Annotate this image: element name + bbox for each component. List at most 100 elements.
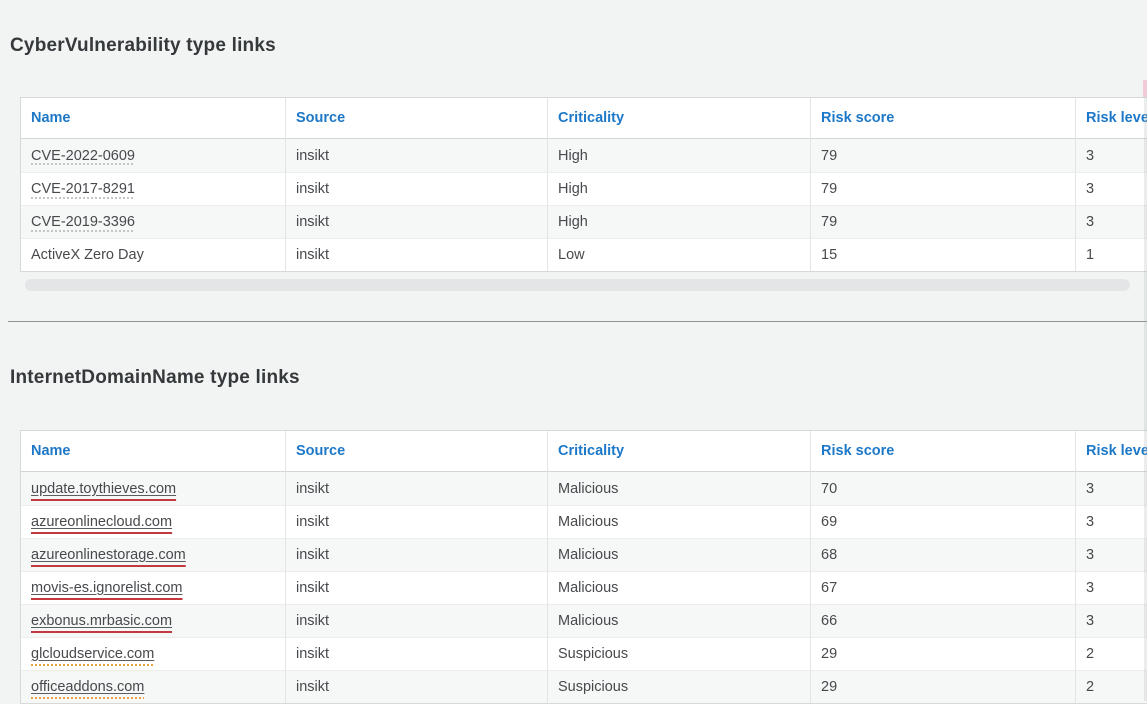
cell-risk-score: 79: [811, 205, 1076, 238]
entity-link-text-inner: movis-es.ignorelist.com: [31, 580, 183, 596]
column-header-risk-score[interactable]: Risk score: [811, 431, 1076, 472]
entity-link-text: glcloudservice.com: [31, 646, 154, 662]
entity-link-text: CVE-2019-3396: [31, 214, 135, 230]
entity-link-text: CVE-2022-0609: [31, 148, 135, 164]
entity-link[interactable]: ActiveX Zero Day: [31, 247, 144, 263]
entity-link-text: update.toythieves.com: [31, 481, 176, 497]
cell-criticality: Malicious: [548, 538, 811, 571]
cell-risk-level: 3: [1076, 472, 1147, 505]
entity-link[interactable]: azureonlinecloud.com: [31, 514, 172, 530]
cell-risk-score: 29: [811, 637, 1076, 670]
cell-source: insikt: [286, 604, 548, 637]
cell-risk-score: 67: [811, 571, 1076, 604]
cell-risk-level: 3: [1076, 505, 1147, 538]
cell-risk-score: 29: [811, 670, 1076, 703]
cell-source: insikt: [286, 238, 548, 271]
entity-link[interactable]: update.toythieves.com: [31, 481, 176, 497]
cell-name: glcloudservice.com: [21, 637, 286, 670]
table-body: CVE-2022-0609insiktHigh793CVE-2017-8291i…: [21, 139, 1147, 271]
column-header-source[interactable]: Source: [286, 431, 548, 472]
cell-criticality: High: [548, 205, 811, 238]
table-row: CVE-2019-3396 insiktHigh793: [21, 205, 1147, 238]
table-row: movis-es.ignorelist.com insiktMalicious67…: [21, 571, 1147, 604]
cell-risk-level: 3: [1076, 571, 1147, 604]
entity-link-text-inner: update.toythieves.com: [31, 481, 176, 497]
entity-link-text-inner: officeaddons.com: [31, 679, 144, 695]
entity-link[interactable]: movis-es.ignorelist.com: [31, 580, 183, 596]
cell-name: officeaddons.com: [21, 670, 286, 703]
column-header-risk-level[interactable]: Risk level: [1076, 431, 1147, 472]
cell-criticality: High: [548, 139, 811, 172]
table-row: CVE-2022-0609 insiktHigh793: [21, 139, 1147, 172]
entity-link-text-inner: azureonlinestorage.com: [31, 547, 186, 563]
entity-link-text-inner: CVE-2022-0609: [31, 148, 135, 164]
cell-name: azureonlinecloud.com: [21, 505, 286, 538]
section-title-internetdomainname: InternetDomainName type links: [10, 367, 300, 389]
cell-risk-level: 1: [1076, 238, 1147, 271]
cell-name: update.toythieves.com: [21, 472, 286, 505]
entity-link[interactable]: CVE-2022-0609: [31, 148, 135, 164]
cell-source: insikt: [286, 637, 548, 670]
cell-risk-score: 68: [811, 538, 1076, 571]
entity-link-text: CVE-2017-8291: [31, 181, 135, 197]
cell-risk-score: 66: [811, 604, 1076, 637]
entity-link-text-inner: glcloudservice.com: [31, 646, 154, 662]
cell-risk-score: 15: [811, 238, 1076, 271]
cybervulnerability-links-table: NameSourceCriticalityRisk scoreRisk leve…: [20, 97, 1147, 272]
cell-risk-score: 70: [811, 472, 1076, 505]
entity-link[interactable]: CVE-2019-3396: [31, 214, 135, 230]
entity-link-text: azureonlinecloud.com: [31, 514, 172, 530]
column-header-name[interactable]: Name: [21, 98, 286, 139]
cell-risk-level: 3: [1076, 205, 1147, 238]
internetdomainname-links-table: NameSourceCriticalityRisk scoreRisk leve…: [20, 430, 1147, 704]
section-divider: [8, 321, 1147, 322]
entity-link-text-inner: CVE-2017-8291: [31, 181, 135, 197]
cell-criticality: Suspicious: [548, 637, 811, 670]
column-header-name[interactable]: Name: [21, 431, 286, 472]
cell-source: insikt: [286, 172, 548, 205]
horizontal-scrollbar-thumb[interactable]: [25, 279, 1130, 291]
table-header-row: NameSourceCriticalityRisk scoreRisk leve…: [21, 98, 1147, 139]
column-header-criticality[interactable]: Criticality: [548, 98, 811, 139]
clipped-right-edge-element: [1143, 80, 1147, 97]
cell-name: movis-es.ignorelist.com: [21, 571, 286, 604]
table-row: azureonlinestorage.cominsiktMalicious683: [21, 538, 1147, 571]
entity-link[interactable]: officeaddons.com: [31, 679, 144, 695]
cell-source: insikt: [286, 205, 548, 238]
cell-source: insikt: [286, 139, 548, 172]
entity-link-text: exbonus.mrbasic.com: [31, 613, 172, 629]
table-row: exbonus.mrbasic.com insiktMalicious663: [21, 604, 1147, 637]
cell-source: insikt: [286, 472, 548, 505]
cell-criticality: Malicious: [548, 604, 811, 637]
cell-risk-score: 79: [811, 139, 1076, 172]
cell-criticality: Low: [548, 238, 811, 271]
column-header-source[interactable]: Source: [286, 98, 548, 139]
cell-risk-level: 3: [1076, 604, 1147, 637]
section-title-cybervulnerability: CyberVulnerability type links: [10, 35, 276, 57]
entity-link-text: officeaddons.com: [31, 679, 144, 695]
entity-link[interactable]: azureonlinestorage.com: [31, 547, 186, 563]
cell-source: insikt: [286, 571, 548, 604]
table-header-row: NameSourceCriticalityRisk scoreRisk leve…: [21, 431, 1147, 472]
cell-risk-level: 2: [1076, 637, 1147, 670]
cell-criticality: Malicious: [548, 505, 811, 538]
cell-name: CVE-2017-8291: [21, 172, 286, 205]
entity-link-text-inner: azureonlinecloud.com: [31, 514, 172, 530]
entity-link-text: azureonlinestorage.com: [31, 547, 186, 563]
column-header-criticality[interactable]: Criticality: [548, 431, 811, 472]
table-body: update.toythieves.cominsiktMalicious703a…: [21, 472, 1147, 703]
cell-name: azureonlinestorage.com: [21, 538, 286, 571]
cell-criticality: Malicious: [548, 571, 811, 604]
column-header-risk-level[interactable]: Risk level: [1076, 98, 1147, 139]
entity-link[interactable]: CVE-2017-8291: [31, 181, 135, 197]
header-row: NameSourceCriticalityRisk scoreRisk leve…: [21, 98, 1147, 139]
cell-criticality: Malicious: [548, 472, 811, 505]
entity-link-text-inner: CVE-2019-3396: [31, 214, 135, 230]
entity-link[interactable]: glcloudservice.com: [31, 646, 154, 662]
entity-link[interactable]: exbonus.mrbasic.com: [31, 613, 172, 629]
entity-link-text-inner: ActiveX Zero Day: [31, 247, 144, 263]
cell-name: ActiveX Zero Day: [21, 238, 286, 271]
cell-risk-level: 3: [1076, 139, 1147, 172]
cell-risk-level: 2: [1076, 670, 1147, 703]
column-header-risk-score[interactable]: Risk score: [811, 98, 1076, 139]
